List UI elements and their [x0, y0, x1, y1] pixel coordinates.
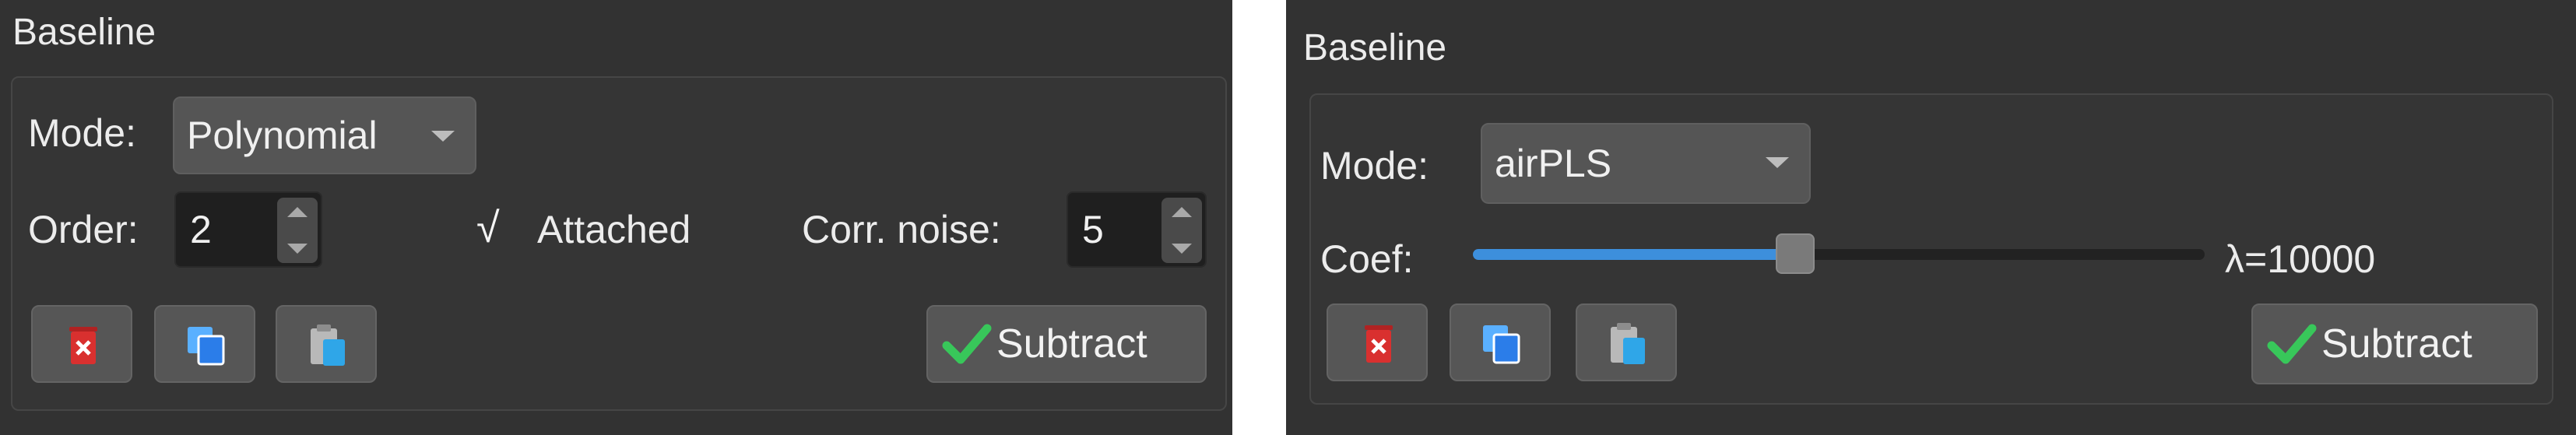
spin-arrows[interactable]: [277, 198, 318, 263]
corr-noise-value: 5: [1082, 208, 1104, 251]
corr-noise-label: Corr. noise:: [802, 208, 1001, 251]
order-value: 2: [190, 208, 212, 251]
mode-value: airPLS: [1495, 142, 1612, 185]
copy-button[interactable]: [1450, 303, 1551, 381]
subtract-button[interactable]: Subtract: [926, 305, 1207, 383]
chevron-down-icon: [1766, 157, 1789, 168]
chevron-down-icon: [431, 131, 455, 142]
order-label: Order:: [28, 208, 139, 251]
group-title: Baseline: [1303, 27, 1447, 68]
checkmark-icon: [942, 324, 992, 364]
mode-label: Mode:: [1320, 144, 1429, 188]
copy-icon: [1483, 325, 1520, 364]
mode-combobox[interactable]: airPLS: [1481, 123, 1811, 204]
increment-icon[interactable]: [287, 207, 308, 217]
subtract-label: Subtract: [996, 321, 1147, 367]
lambda-value: λ=10000: [2225, 237, 2376, 281]
paste-button[interactable]: [276, 305, 377, 383]
paste-icon: [1611, 323, 1645, 364]
corr-noise-spinbox[interactable]: 5: [1067, 191, 1207, 268]
paste-button[interactable]: [1576, 303, 1677, 381]
delete-icon: [1365, 325, 1393, 363]
mode-combobox[interactable]: Polynomial: [173, 96, 476, 174]
delete-icon: [69, 327, 97, 364]
subtract-label: Subtract: [2321, 321, 2472, 367]
increment-icon[interactable]: [1172, 207, 1192, 217]
slider-handle[interactable]: [1776, 233, 1815, 274]
coef-label: Coef:: [1320, 237, 1414, 281]
checkmark-icon: [2267, 324, 2317, 364]
delete-button[interactable]: [31, 305, 132, 383]
slider-fill: [1473, 249, 1795, 260]
copy-icon: [188, 327, 225, 366]
baseline-panel-airpls: Baseline Mode: airPLS Coef: λ=10000 Subt…: [1286, 0, 2576, 435]
mode-value: Polynomial: [187, 114, 378, 157]
decrement-icon[interactable]: [287, 244, 308, 254]
subtract-button[interactable]: Subtract: [2251, 303, 2538, 384]
delete-button[interactable]: [1327, 303, 1428, 381]
decrement-icon[interactable]: [1172, 244, 1192, 254]
attached-label: Attached: [537, 208, 691, 251]
order-spinbox[interactable]: 2: [174, 191, 322, 268]
copy-button[interactable]: [154, 305, 255, 383]
attached-checkbox[interactable]: √: [476, 204, 500, 252]
group-title: Baseline: [12, 12, 156, 53]
spin-arrows[interactable]: [1161, 198, 1202, 263]
baseline-panel-polynomial: Baseline Mode: Polynomial Order: 2 √ Att…: [0, 0, 1232, 435]
paste-icon: [311, 324, 345, 366]
mode-label: Mode:: [28, 111, 136, 155]
